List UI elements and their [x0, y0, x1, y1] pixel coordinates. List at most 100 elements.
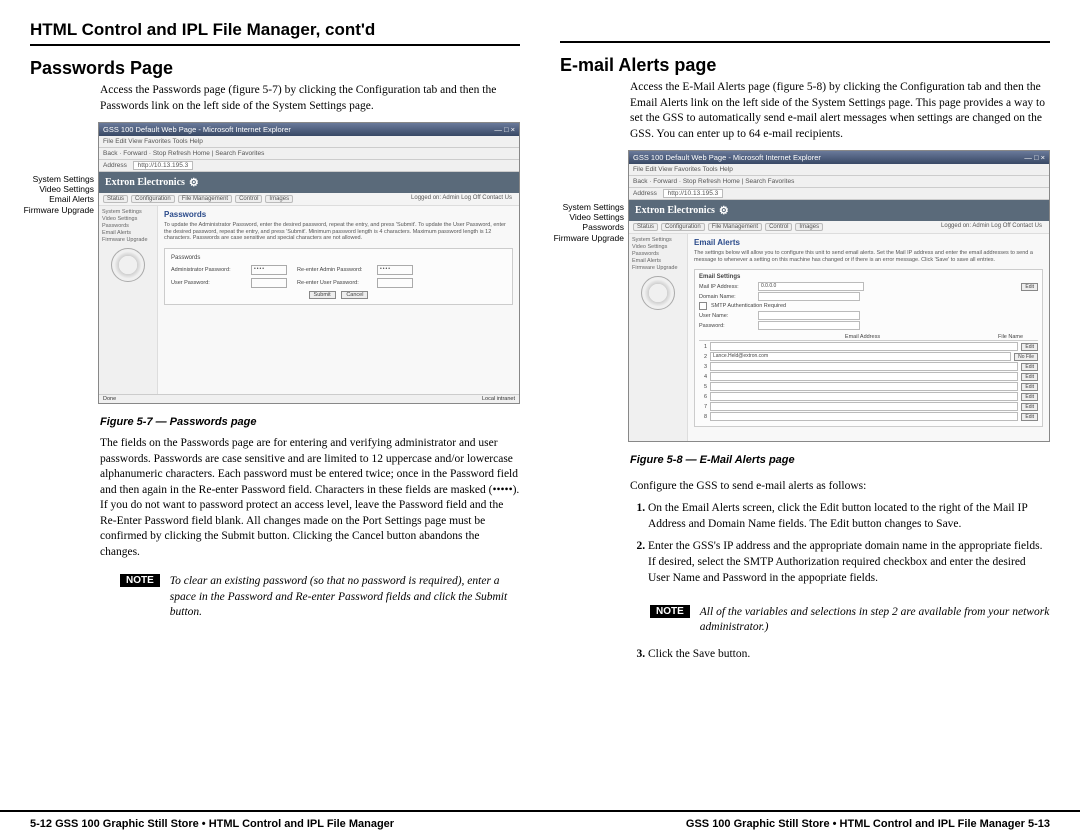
callouts-right: System Settings Video Settings Passwords… — [560, 202, 624, 243]
tab-file-management[interactable]: File Management — [708, 223, 762, 231]
email-row: 7Edit — [699, 402, 1038, 411]
address-field[interactable]: http://10.13.195.3 — [133, 161, 194, 170]
panel-title: Email Alerts — [694, 238, 1043, 247]
gear-icon: ⚙ — [719, 204, 729, 217]
footer-right: GSS 100 Graphic Still Store • HTML Contr… — [686, 818, 1050, 830]
row-num: 2 — [699, 354, 707, 360]
body-left: The fields on the Passwords page are for… — [100, 436, 520, 560]
panel-description: The settings below will allow you to con… — [694, 250, 1043, 263]
edit-button[interactable]: Edit — [1021, 283, 1038, 291]
row-button[interactable]: No File — [1014, 353, 1038, 361]
sidebar-item-video[interactable]: Video Settings — [102, 216, 154, 222]
sidebar-item-firmware[interactable]: Firmware Upgrade — [632, 265, 684, 271]
row-button[interactable]: Edit — [1021, 343, 1038, 351]
nav-tabs[interactable]: Status Configuration File Management Con… — [629, 221, 1049, 234]
row-num: 5 — [699, 384, 707, 390]
gear-icon: ⚙ — [189, 176, 199, 189]
email-field[interactable] — [710, 372, 1018, 381]
username-field[interactable] — [758, 311, 860, 320]
row-num: 3 — [699, 364, 707, 370]
col-email: Email Address — [699, 334, 998, 340]
row-num: 1 — [699, 344, 707, 350]
intro-left: Access the Passwords page (figure 5-7) b… — [100, 83, 520, 114]
tab-status[interactable]: Status — [103, 195, 128, 203]
row-button[interactable]: Edit — [1021, 363, 1038, 371]
email-settings-box: Email Settings Mail IP Address: 0.0.0.0 Ed… — [694, 269, 1043, 427]
tab-configuration[interactable]: Configuration — [661, 223, 705, 231]
login-status: Logged on: Admin Log Off Contact Us — [408, 195, 515, 203]
email-row: 8Edit — [699, 412, 1038, 421]
email-field[interactable] — [710, 412, 1018, 421]
section-title-email: E-mail Alerts page — [560, 55, 1050, 76]
menubar: File Edit View Favorites Tools Help — [629, 164, 1049, 176]
intro-right: Access the E-Mail Alerts page (figure 5-… — [630, 80, 1050, 142]
browser-window-passwords: GSS 100 Default Web Page - Microsoft Int… — [98, 122, 520, 404]
mail-ip-field[interactable]: 0.0.0.0 — [758, 282, 864, 291]
domain-field[interactable] — [758, 292, 860, 301]
tab-control[interactable]: Control — [765, 223, 792, 231]
addressbar: Address http://10.13.195.3 — [629, 188, 1049, 200]
password-field[interactable] — [758, 321, 860, 330]
domain-label: Domain Name: — [699, 294, 754, 300]
submit-button[interactable]: Submit — [309, 291, 336, 299]
callout-item: Passwords — [582, 222, 624, 232]
email-field[interactable] — [710, 392, 1018, 401]
cancel-button[interactable]: Cancel — [341, 291, 368, 299]
callout-item: Firmware Upgrade — [24, 205, 94, 215]
callout-item: Video Settings — [569, 212, 624, 222]
email-field[interactable] — [710, 362, 1018, 371]
user-pw-field[interactable] — [251, 278, 287, 288]
email-row: 6Edit — [699, 392, 1038, 401]
address-field[interactable]: http://10.13.195.3 — [663, 189, 724, 198]
status-bar: Done Local intranet — [99, 394, 519, 403]
footer-left: 5-12 GSS 100 Graphic Still Store • HTML … — [30, 818, 394, 830]
tab-control[interactable]: Control — [235, 195, 262, 203]
note-text: To clear an existing password (so that n… — [170, 574, 520, 621]
mail-ip-label: Mail IP Address: — [699, 284, 754, 290]
sidebar-item-video[interactable]: Video Settings — [632, 244, 684, 250]
sidebar: System Settings Video Settings Passwords… — [99, 206, 158, 394]
tab-images[interactable]: Images — [265, 195, 293, 203]
tab-status[interactable]: Status — [633, 223, 658, 231]
sidebar-item-email[interactable]: Email Alerts — [632, 258, 684, 264]
admin-pw-re-label: Re-enter Admin Password: — [297, 267, 367, 273]
email-field[interactable] — [710, 382, 1018, 391]
sidebar-item-passwords[interactable]: Passwords — [102, 223, 154, 229]
smtp-checkbox[interactable] — [699, 302, 707, 310]
sidebar-item-system[interactable]: System Settings — [102, 209, 154, 215]
user-pw-re-field[interactable] — [377, 278, 413, 288]
row-button[interactable]: Edit — [1021, 373, 1038, 381]
callout-item: Email Alerts — [49, 194, 94, 204]
email-field[interactable]: Lance.Held@extron.com — [710, 352, 1011, 361]
sidebar-item-email[interactable]: Email Alerts — [102, 230, 154, 236]
toolbar: Back · Forward · Stop Refresh Home | Sea… — [99, 148, 519, 160]
tab-configuration[interactable]: Configuration — [131, 195, 175, 203]
note-text: All of the variables and selections in s… — [700, 605, 1050, 636]
email-field[interactable] — [710, 342, 1018, 351]
steps-list: On the Email Alerts screen, click the Ed… — [630, 500, 1050, 592]
tab-file-management[interactable]: File Management — [178, 195, 232, 203]
sidebar-item-firmware[interactable]: Firmware Upgrade — [102, 237, 154, 243]
row-button[interactable]: Edit — [1021, 383, 1038, 391]
callout-item: System Settings — [33, 174, 94, 184]
page-footer: 5-12 GSS 100 Graphic Still Store • HTML … — [0, 810, 1080, 830]
brand-bar: Extron Electronics ⚙ — [99, 172, 519, 193]
admin-pw-re-field[interactable]: •••• — [377, 265, 413, 275]
row-button[interactable]: Edit — [1021, 413, 1038, 421]
email-field[interactable] — [710, 402, 1018, 411]
row-button[interactable]: Edit — [1021, 403, 1038, 411]
row-button[interactable]: Edit — [1021, 393, 1038, 401]
figure-caption-5-7: Figure 5-7 — Passwords page — [100, 416, 520, 428]
step-2: Enter the GSS's IP address and the appro… — [648, 538, 1050, 586]
sidebar-item-passwords[interactable]: Passwords — [632, 251, 684, 257]
nav-tabs[interactable]: Status Configuration File Management Con… — [99, 193, 519, 206]
es-title: Email Settings — [699, 274, 1038, 280]
note-badge: NOTE — [650, 605, 690, 618]
admin-pw-field[interactable]: •••• — [251, 265, 287, 275]
admin-pw-label: Administrator Password: — [171, 267, 241, 273]
addressbar: Address http://10.13.195.3 — [99, 160, 519, 172]
note-right: NOTE All of the variables and selections… — [650, 605, 1050, 636]
sidebar-item-system[interactable]: System Settings — [632, 237, 684, 243]
callout-item: System Settings — [563, 202, 624, 212]
tab-images[interactable]: Images — [795, 223, 823, 231]
